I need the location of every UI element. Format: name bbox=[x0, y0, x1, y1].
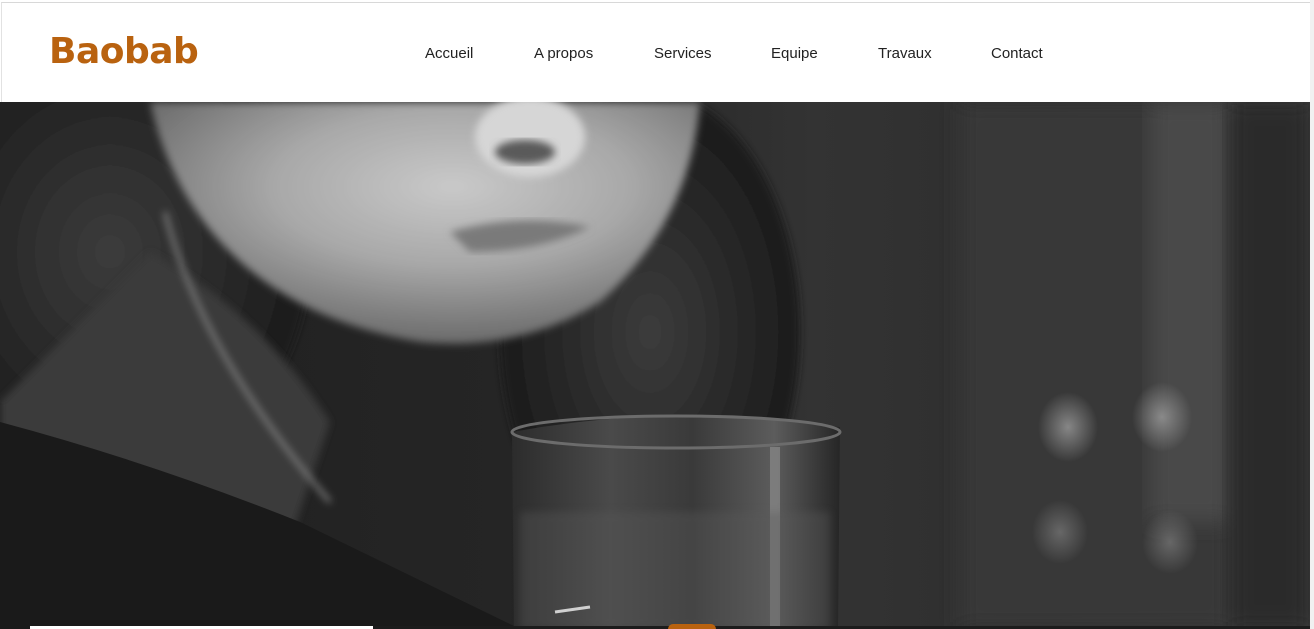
nav-item-travaux[interactable]: Travaux bbox=[878, 44, 932, 64]
top-navbar: Baobab Accueil A propos Services Equipe … bbox=[1, 2, 1310, 102]
nav-item-contact[interactable]: Contact bbox=[991, 44, 1043, 64]
nav-item-services[interactable]: Services bbox=[654, 44, 712, 64]
nav-item-equipe[interactable]: Equipe bbox=[771, 44, 818, 64]
page: Baobab Accueil A propos Services Equipe … bbox=[0, 0, 1314, 629]
hero-photo bbox=[0, 102, 1310, 629]
window-edge bbox=[1310, 0, 1314, 629]
accent-tab bbox=[668, 624, 716, 629]
nav-item-accueil[interactable]: Accueil bbox=[425, 44, 473, 64]
nav-item-a-propos[interactable]: A propos bbox=[534, 44, 593, 64]
brand-logo[interactable]: Baobab bbox=[49, 30, 199, 74]
hero-banner bbox=[0, 102, 1310, 629]
